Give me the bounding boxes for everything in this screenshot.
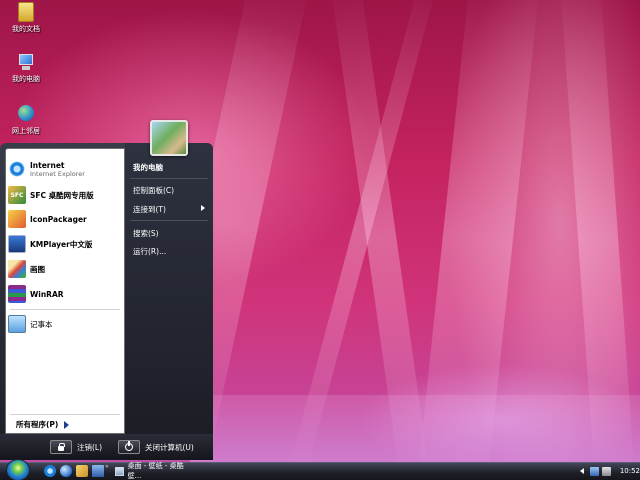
- logoff-label: 注销(L): [77, 442, 103, 452]
- internet-explorer-icon[interactable]: [44, 465, 56, 477]
- desktop-icon-label: 我的文档: [12, 25, 40, 33]
- lock-icon: [50, 440, 72, 454]
- user-avatar[interactable]: [150, 120, 188, 156]
- right-item-control-panel[interactable]: 控制面板(C): [133, 185, 174, 196]
- program-title: KMPlayer中文版: [30, 239, 93, 249]
- network-places-icon: [16, 104, 36, 124]
- window-icon: [115, 466, 124, 476]
- desktop-icon-my-documents[interactable]: 我的文档: [4, 2, 48, 34]
- right-item-search[interactable]: 搜索(S): [133, 228, 159, 239]
- notepad-icon: [8, 315, 26, 333]
- right-pane-divider: [130, 220, 208, 221]
- kmplayer-icon: [8, 235, 26, 253]
- program-title: IconPackager: [30, 214, 87, 224]
- program-title: Internet: [30, 160, 65, 170]
- program-title: 记事本: [30, 319, 53, 329]
- program-paint[interactable]: 画图: [8, 258, 122, 280]
- program-kmplayer[interactable]: KMPlayer中文版: [8, 233, 122, 255]
- arrow-right-icon: [64, 420, 70, 429]
- taskbar-window-button[interactable]: 桌面 - 壁纸 - 桌酷壁...: [112, 462, 194, 480]
- all-programs-divider: [10, 414, 120, 415]
- program-title: WinRAR: [30, 289, 64, 299]
- shutdown-label: 关闭计算机(U): [145, 442, 194, 452]
- globe-icon[interactable]: [60, 465, 72, 477]
- iconpackager-icon: [8, 210, 26, 228]
- program-title: 画图: [30, 264, 45, 274]
- show-desktop-icon[interactable]: [92, 465, 104, 477]
- my-computer-icon: [16, 52, 36, 72]
- program-winrar[interactable]: WinRAR: [8, 283, 122, 305]
- right-pane-divider: [130, 178, 208, 179]
- desktop-icon-my-computer[interactable]: 我的电脑: [4, 52, 48, 84]
- paint-icon: [8, 260, 26, 278]
- quick-launch-more-button[interactable]: »: [105, 463, 109, 470]
- internet-explorer-icon: [8, 160, 26, 178]
- submenu-arrow-icon: [201, 205, 205, 211]
- right-item-connect-to[interactable]: 连接到(T): [133, 204, 166, 215]
- my-documents-icon: [18, 2, 34, 22]
- program-internet[interactable]: Internet Internet Explorer: [8, 158, 122, 180]
- explorer-icon[interactable]: [76, 465, 88, 477]
- program-subtitle: Internet Explorer: [30, 169, 85, 178]
- volume-icon[interactable]: [601, 466, 611, 476]
- network-icon[interactable]: [590, 466, 599, 476]
- wallpaper-floor: [190, 395, 640, 462]
- program-title: SFC 桌酷网专用版: [30, 190, 94, 200]
- all-programs-button[interactable]: 所有程序(P): [16, 419, 70, 430]
- tray-expand-icon[interactable]: [580, 468, 584, 474]
- right-item-run[interactable]: 运行(R)...: [133, 246, 166, 257]
- shutdown-button[interactable]: 关闭计算机(U): [118, 440, 194, 454]
- start-button[interactable]: [6, 459, 30, 480]
- desktop-icon-label: 网上邻居: [12, 127, 40, 135]
- program-list-divider: [10, 309, 120, 310]
- system-tray: 10:52: [576, 462, 640, 480]
- right-item-my-computer[interactable]: 我的电脑: [133, 162, 163, 173]
- program-notepad[interactable]: 记事本: [8, 313, 122, 335]
- program-iconpackager[interactable]: IconPackager: [8, 208, 122, 230]
- all-programs-label: 所有程序(P): [16, 420, 59, 429]
- taskbar-window-label: 桌面 - 壁纸 - 桌酷壁...: [127, 462, 184, 480]
- program-sfc[interactable]: SFC SFC 桌酷网专用版: [8, 184, 122, 206]
- desktop-icon-network-places[interactable]: 网上邻居: [4, 104, 48, 136]
- logoff-button[interactable]: 注销(L): [50, 440, 102, 454]
- desktop-icon-label: 我的电脑: [12, 75, 40, 83]
- winrar-icon: [8, 285, 26, 303]
- power-icon: [118, 440, 140, 454]
- sfc-icon: SFC: [8, 186, 26, 204]
- clock[interactable]: 10:52: [620, 467, 640, 475]
